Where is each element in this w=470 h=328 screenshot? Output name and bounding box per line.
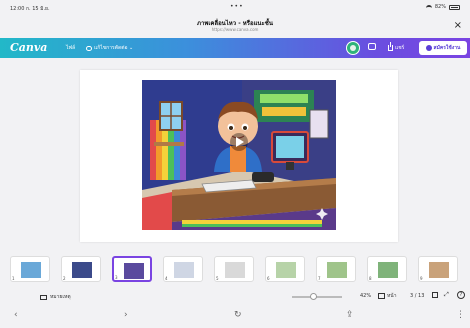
- edit-mode-button[interactable]: แก้ไขการตัดต่อ ⌄: [86, 44, 133, 52]
- status-dots: •••: [230, 3, 244, 10]
- notes-label: หมายเหตุ: [50, 294, 71, 300]
- subscribe-label: สมัครใช้งาน: [433, 45, 461, 51]
- thumbnail-number: 6: [267, 276, 270, 281]
- bottom-bar: หมายเหตุ 42% หน้า 3 / 13 ⤢ ?: [0, 290, 470, 304]
- page-thumbnail[interactable]: 8: [367, 256, 407, 282]
- page-thumbnail[interactable]: 3: [112, 256, 152, 282]
- edit-bubble-icon: [86, 45, 92, 51]
- grid-view-icon[interactable]: [432, 292, 438, 298]
- subscribe-button[interactable]: สมัครใช้งาน: [419, 41, 467, 55]
- thumbnail-number: 9: [420, 276, 423, 281]
- close-icon[interactable]: ×: [454, 20, 462, 31]
- page-thumbnails: 1 2 3 4 5 6 7 8 9: [10, 256, 470, 286]
- thumbnail-image: [124, 263, 144, 279]
- thumbnail-number: 8: [369, 276, 372, 281]
- share-label: แชร์: [395, 45, 405, 51]
- wifi-icon: [425, 5, 432, 9]
- fullscreen-icon[interactable]: ⤢: [444, 291, 449, 299]
- page-thumbnail[interactable]: 2: [61, 256, 101, 282]
- browser-title-bar: ภาพเคลื่อนไหว - หรือแนะชั้น https://www.…: [0, 16, 470, 38]
- share-sheet-icon[interactable]: ⇪: [346, 310, 354, 320]
- more-icon[interactable]: ⋮: [456, 310, 465, 320]
- file-menu-button[interactable]: ไฟล์: [66, 44, 75, 52]
- zoom-slider[interactable]: [292, 293, 342, 300]
- thumbnail-image: [429, 262, 449, 278]
- share-button[interactable]: แชร์: [388, 42, 405, 52]
- page-thumbnail[interactable]: 1: [10, 256, 50, 282]
- status-time: 12:00 ก. 15 มิ.ย.: [10, 6, 50, 12]
- page-thumbnail[interactable]: 5: [214, 256, 254, 282]
- thumbnail-number: 5: [216, 276, 219, 281]
- page-thumbnail[interactable]: 6: [265, 256, 305, 282]
- thumbnail-number: 1: [12, 276, 15, 281]
- page-thumbnail[interactable]: 4: [163, 256, 203, 282]
- battery-icon: [449, 4, 460, 10]
- notes-icon: [40, 294, 47, 300]
- thumbnail-image: [21, 262, 41, 278]
- pages-label: หน้า: [387, 293, 397, 299]
- thumbnail-image: [72, 262, 92, 278]
- share-icon: [388, 42, 393, 51]
- canva-logo[interactable]: Canva: [10, 41, 47, 54]
- battery-percent: 82%: [434, 4, 446, 10]
- browser-nav-bar: ‹ › ↻ ⇪ ⋮: [0, 306, 470, 328]
- canva-toolbar: Canva ไฟล์ แก้ไขการตัดต่อ ⌄ แชร์ สมัครใช…: [0, 38, 470, 58]
- comment-icon[interactable]: [368, 43, 376, 50]
- design-canvas[interactable]: [80, 70, 398, 242]
- scene-illustration: [142, 80, 336, 230]
- slide-image[interactable]: [142, 80, 336, 230]
- reload-icon[interactable]: ↻: [234, 310, 242, 320]
- help-icon[interactable]: ?: [457, 291, 465, 299]
- back-icon[interactable]: ‹: [14, 310, 18, 320]
- thumbnail-number: 2: [63, 276, 66, 281]
- crown-icon: [425, 45, 432, 51]
- page-thumbnail[interactable]: 7: [316, 256, 356, 282]
- thumbnail-image: [378, 262, 398, 278]
- thumbnail-number: 4: [165, 276, 168, 281]
- pages-icon: [378, 293, 385, 299]
- status-bar: 12:00 ก. 15 มิ.ย. ••• 82%: [0, 0, 470, 16]
- thumbnail-number: 3: [115, 275, 118, 280]
- edit-mode-label: แก้ไขการตัดต่อ ⌄: [94, 45, 134, 51]
- page-url: https://www.canva.com: [211, 27, 259, 32]
- thumbnail-image: [174, 262, 194, 278]
- page-indicator: 3 / 13: [410, 293, 425, 299]
- zoom-slider-knob[interactable]: [310, 293, 317, 300]
- page-thumbnail[interactable]: 9: [418, 256, 458, 282]
- thumbnail-image: [327, 262, 347, 278]
- pages-button[interactable]: หน้า: [378, 292, 397, 300]
- thumbnail-image: [225, 262, 245, 278]
- notes-button[interactable]: หมายเหตุ: [40, 293, 71, 301]
- forward-icon[interactable]: ›: [124, 310, 128, 320]
- zoom-level[interactable]: 42%: [360, 293, 371, 299]
- user-avatar[interactable]: [346, 41, 360, 55]
- status-right: 82%: [425, 4, 460, 10]
- thumbnail-number: 7: [318, 276, 321, 281]
- thumbnail-image: [276, 262, 296, 278]
